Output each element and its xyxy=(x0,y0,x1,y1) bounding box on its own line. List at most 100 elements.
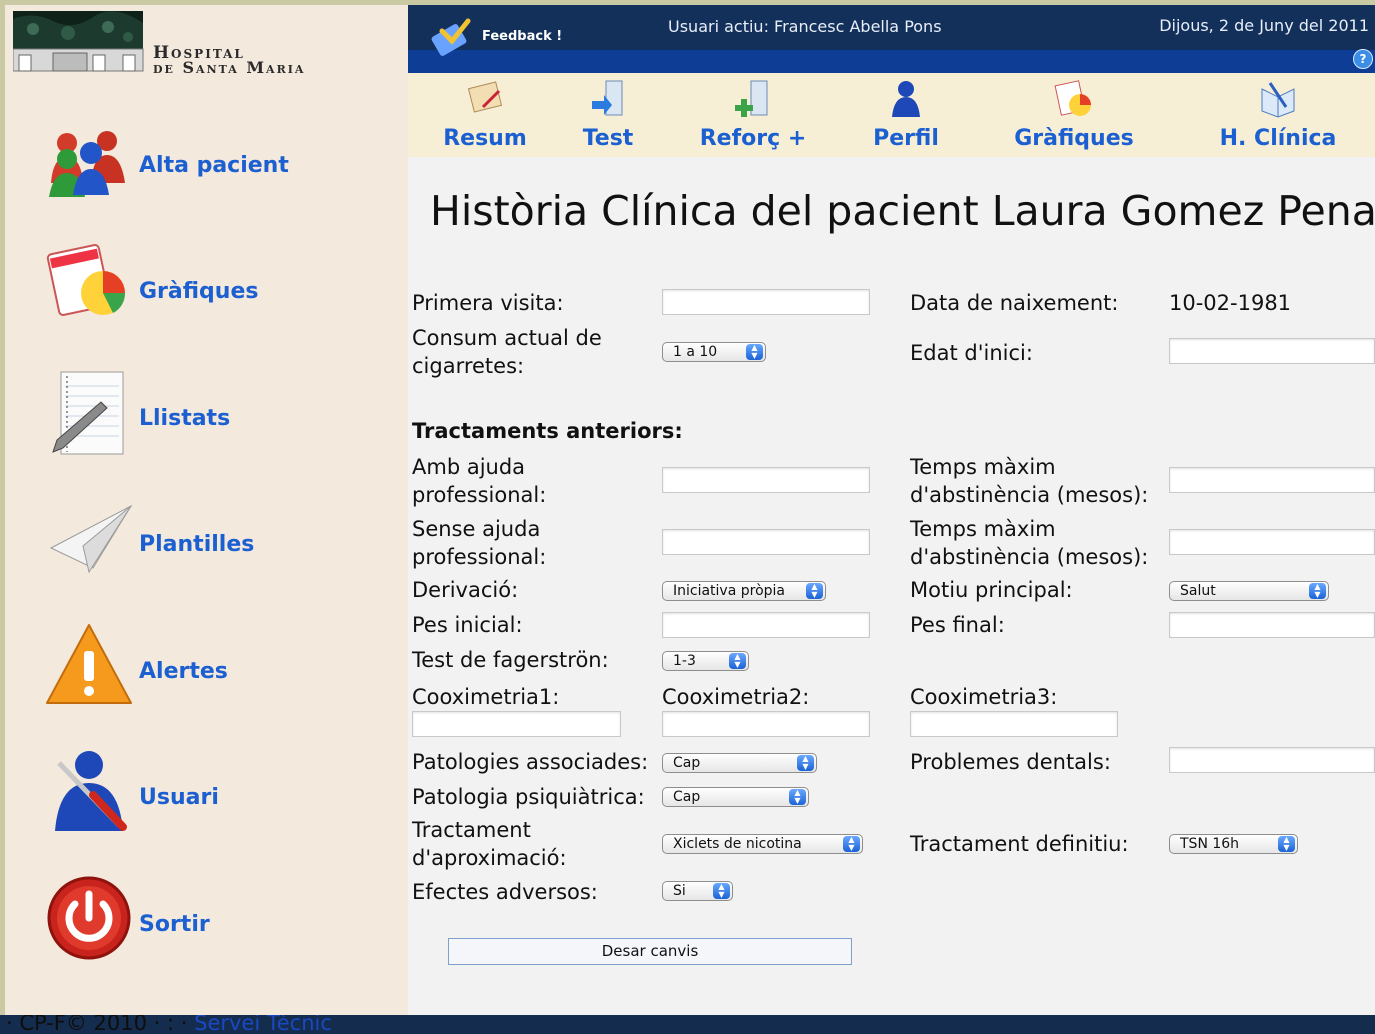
tab-reforc[interactable]: Reforç + xyxy=(688,73,818,157)
tract-aprox-label-line1: Tractament xyxy=(412,818,531,842)
cooximetria3-label: Cooximetria3: xyxy=(910,685,1058,709)
problemes-dentals-label: Problemes dentals: xyxy=(910,750,1111,774)
data-naixement-value: 10-02-1981 xyxy=(1169,291,1292,315)
tab-label: Gràfiques xyxy=(1014,126,1134,151)
fagerstrom-select[interactable]: 1-3 ▲ ▼ xyxy=(662,651,749,671)
motiu-principal-select[interactable]: Salut ▲ ▼ xyxy=(1169,581,1329,601)
footer-copyright: · CP-F© 2010 · : · xyxy=(6,1015,195,1034)
sidebar-item-label: Sortir xyxy=(139,912,210,937)
amb-ajuda-label-line2: professional: xyxy=(412,483,547,507)
motiu-select-value: Salut xyxy=(1180,583,1216,599)
motiu-principal-label: Motiu principal: xyxy=(910,578,1073,602)
tab-label: Perfil xyxy=(873,126,939,151)
select-arrows-icon: ▲ ▼ xyxy=(1278,836,1295,852)
current-date: Dijous, 2 de Juny del 2011 xyxy=(1159,16,1369,35)
patologies-select[interactable]: Cap ▲ ▼ xyxy=(662,753,817,773)
servei-tecnic-link[interactable]: Servei Tècnic xyxy=(194,1015,332,1034)
tract-def-select-value: TSN 16h xyxy=(1180,836,1240,852)
problemes-dentals-input[interactable] xyxy=(1169,747,1375,773)
select-arrows-icon: ▲ ▼ xyxy=(843,836,860,852)
tab-perfil[interactable]: Perfil xyxy=(856,73,956,157)
psiquiatrica-label: Patologia psiquiàtrica: xyxy=(412,785,645,809)
amb-ajuda-input[interactable] xyxy=(662,467,870,493)
primera-visita-input[interactable] xyxy=(662,289,870,315)
psiquiatrica-select[interactable]: Cap ▲ ▼ xyxy=(662,787,809,807)
sense-ajuda-label-line2: professional: xyxy=(412,545,547,569)
tab-grafiques[interactable]: Gràfiques xyxy=(1004,73,1144,157)
fagerstrom-select-value: 1-3 xyxy=(673,653,696,669)
tab-h-clinica[interactable]: H. Clínica xyxy=(1208,73,1348,157)
primera-visita-label: Primera visita: xyxy=(412,291,564,315)
sense-ajuda-input[interactable] xyxy=(662,529,870,555)
tract-def-select[interactable]: TSN 16h ▲ ▼ xyxy=(1169,834,1298,854)
add-patient-icon xyxy=(49,131,125,197)
select-arrows-icon: ▲ ▼ xyxy=(746,344,763,360)
tab-test[interactable]: Test xyxy=(558,73,658,157)
sidebar-item-plantilles[interactable]: Plantilles xyxy=(43,492,373,588)
paper-plane-icon xyxy=(49,504,133,574)
pes-final-input[interactable] xyxy=(1169,612,1375,638)
cooximetria2-label: Cooximetria2: xyxy=(662,685,810,709)
efectes-select-value: Si xyxy=(673,883,686,899)
psiquiatrica-select-value: Cap xyxy=(673,789,701,805)
consum-select[interactable]: 1 a 10 ▲ ▼ xyxy=(662,342,766,362)
edat-inici-label: Edat d'inici: xyxy=(910,341,1033,365)
feedback-button[interactable]: Feedback ! xyxy=(428,15,608,57)
derivacio-label: Derivació: xyxy=(412,578,519,602)
footer: · CP-F© 2010 · : · Servei Tècnic xyxy=(0,1015,1375,1034)
tab-label: Test xyxy=(582,126,634,151)
main-content: Història Clínica del pacient Laura Gomez… xyxy=(408,157,1375,1015)
fagerstrom-label: Test de fagerströn: xyxy=(412,648,609,672)
tract-aprox-label-line2: d'aproximació: xyxy=(412,846,567,870)
sidebar-item-label: Alta pacient xyxy=(139,153,289,178)
hospital-building-icon xyxy=(12,11,144,72)
sidebar-item-llistats[interactable]: Llistats xyxy=(43,366,373,462)
edat-inici-input[interactable] xyxy=(1169,338,1375,364)
test-icon xyxy=(592,80,623,116)
help-icon[interactable]: ? xyxy=(1353,49,1373,69)
top-header: Feedback ! Usuari actiu: Francesc Abella… xyxy=(408,5,1375,73)
sidebar-item-sortir[interactable]: Sortir xyxy=(43,872,373,968)
sidebar-item-alertes[interactable]: Alertes xyxy=(43,619,373,715)
sidebar-item-usuari[interactable]: Usuari xyxy=(43,745,373,841)
tract-aprox-select[interactable]: Xiclets de nicotina ▲ ▼ xyxy=(662,834,863,854)
clinical-history-icon xyxy=(1261,82,1295,118)
sidebar-item-label: Plantilles xyxy=(139,532,255,557)
amb-ajuda-label-line1: Amb ajuda xyxy=(412,455,526,479)
sidebar-item-label: Usuari xyxy=(139,785,219,810)
consum-label-line1: Consum actual de xyxy=(412,326,602,350)
efectes-select[interactable]: Si ▲ ▼ xyxy=(662,881,733,901)
select-arrows-icon: ▲ ▼ xyxy=(789,789,806,805)
warning-icon xyxy=(46,624,132,704)
consum-label-line2: cigarretes: xyxy=(412,354,525,378)
cooximetria1-label: Cooximetria1: xyxy=(412,685,560,709)
temps-maxim-input-2[interactable] xyxy=(1169,529,1375,555)
tab-resum[interactable]: Resum xyxy=(430,73,540,157)
save-button[interactable]: Desar canvis xyxy=(448,938,852,965)
cooximetria1-input[interactable] xyxy=(412,711,621,737)
patologies-label: Patologies associades: xyxy=(412,750,649,774)
sidebar-item-grafiques[interactable]: Gràfiques xyxy=(43,239,373,335)
user-tools-icon xyxy=(55,751,127,831)
patologies-select-value: Cap xyxy=(673,755,701,771)
feedback-label: Feedback ! xyxy=(482,29,563,44)
derivacio-select[interactable]: Iniciativa pròpia ▲ ▼ xyxy=(662,581,826,601)
sidebar: Hospital de Santa Maria Alta pacient Grà… xyxy=(5,5,408,1015)
select-arrows-icon: ▲ ▼ xyxy=(806,583,823,599)
pes-inicial-input[interactable] xyxy=(662,612,870,638)
page-title: Història Clínica del pacient Laura Gomez… xyxy=(430,187,1375,235)
cooximetria3-input[interactable] xyxy=(910,711,1118,737)
charts-icon xyxy=(1054,80,1091,116)
temps-maxim-2-label-line1: Temps màxim xyxy=(910,517,1056,541)
cooximetria2-input[interactable] xyxy=(662,711,870,737)
data-naixement-label: Data de naixement: xyxy=(910,291,1119,315)
select-arrows-icon: ▲ ▼ xyxy=(713,883,730,899)
temps-maxim-input-1[interactable] xyxy=(1169,467,1375,493)
footer-text: · CP-F© 2010 · : · Servei Tècnic xyxy=(6,1015,332,1034)
charts-icon xyxy=(46,244,126,316)
derivacio-select-value: Iniciativa pròpia xyxy=(673,583,786,599)
logo-subtext: de Santa Maria xyxy=(153,58,306,77)
sidebar-item-alta-pacient[interactable]: Alta pacient xyxy=(43,113,373,209)
tract-def-label: Tractament definitiu: xyxy=(910,832,1129,856)
section-title: Tractaments anteriors: xyxy=(412,419,683,443)
